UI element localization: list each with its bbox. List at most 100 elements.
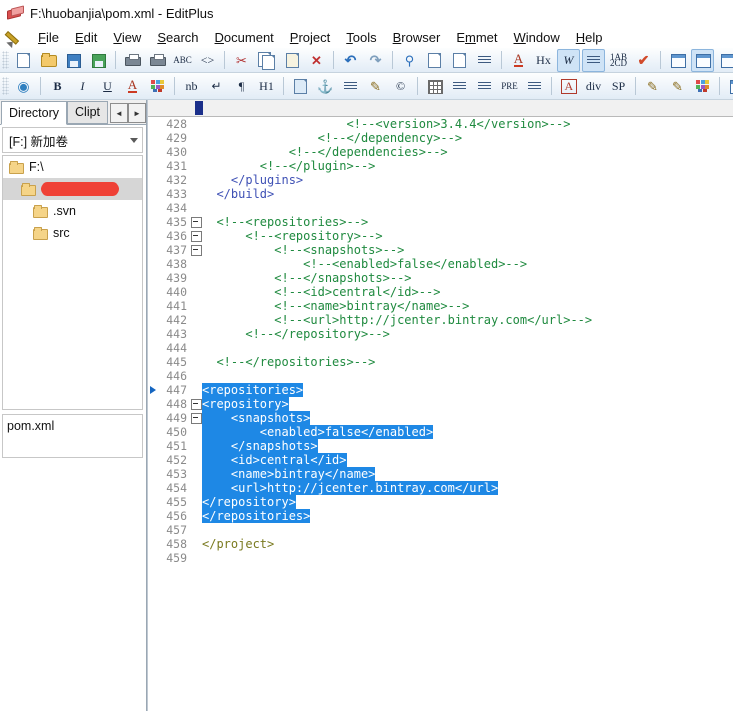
new-file-button[interactable]	[12, 49, 35, 72]
print-button[interactable]	[146, 49, 169, 72]
line-marker-cell[interactable]	[148, 117, 159, 131]
line-marker-cell[interactable]	[148, 271, 159, 285]
view-source-button[interactable]: <>	[196, 49, 219, 72]
fold-collapse-icon[interactable]	[191, 231, 202, 242]
fold-cell[interactable]	[189, 495, 201, 509]
fold-cell[interactable]	[189, 201, 201, 215]
line-marker-cell[interactable]	[148, 229, 159, 243]
menu-item-document[interactable]: Document	[207, 28, 282, 47]
tree-item-redacted[interactable]	[3, 178, 142, 200]
span-button[interactable]: SP	[607, 75, 630, 98]
pre-button[interactable]: PRE	[498, 75, 521, 98]
fold-cell[interactable]	[189, 453, 201, 467]
fold-cell[interactable]	[189, 131, 201, 145]
menu-item-project[interactable]: Project	[282, 28, 338, 47]
tree-item-src[interactable]: src	[3, 222, 142, 244]
line-marker-cell[interactable]	[148, 285, 159, 299]
browser-globe-button[interactable]: ◉	[12, 75, 35, 98]
insert-image-button[interactable]	[289, 75, 312, 98]
line-marker-cell[interactable]	[148, 369, 159, 383]
line-marker-cell[interactable]	[148, 467, 159, 481]
line-marker-cell[interactable]	[148, 439, 159, 453]
code-line[interactable]: 449 <snapshots>	[148, 411, 733, 425]
css-panel-button[interactable]	[725, 75, 733, 98]
hex-view-button[interactable]: Hx	[532, 49, 555, 72]
code-line[interactable]: 457	[148, 523, 733, 537]
line-marker-cell[interactable]	[148, 397, 159, 411]
fold-cell[interactable]	[189, 467, 201, 481]
line-marker-cell[interactable]	[148, 453, 159, 467]
document-selector-button[interactable]	[666, 49, 689, 72]
code-line[interactable]: 453 <name>bintray</name>	[148, 467, 733, 481]
code-line[interactable]: 451 </snapshots>	[148, 439, 733, 453]
line-marker-cell[interactable]	[148, 159, 159, 173]
align-button[interactable]	[339, 75, 362, 98]
toolbar-grip-2[interactable]	[2, 77, 9, 95]
font-button[interactable]: A	[507, 49, 530, 72]
line-marker-cell[interactable]	[148, 131, 159, 145]
fold-cell[interactable]	[189, 439, 201, 453]
line-marker-cell[interactable]	[148, 523, 159, 537]
color-palette-button[interactable]	[146, 75, 169, 98]
fold-cell[interactable]	[189, 369, 201, 383]
goto-button[interactable]	[448, 49, 471, 72]
menu-item-tools[interactable]: Tools	[338, 28, 384, 47]
insert-table-button[interactable]	[423, 75, 446, 98]
fold-cell[interactable]	[189, 187, 201, 201]
code-line[interactable]: 438 <!--<enabled>false</enabled>-->	[148, 257, 733, 271]
fold-cell[interactable]	[189, 327, 201, 341]
fold-cell[interactable]	[189, 117, 201, 131]
menu-item-edit[interactable]: Edit	[67, 28, 105, 47]
fold-cell[interactable]	[189, 145, 201, 159]
code-line[interactable]: 431 <!--</plugin>-->	[148, 159, 733, 173]
fold-cell[interactable]	[189, 299, 201, 313]
code-line[interactable]: 433 </build>	[148, 187, 733, 201]
fold-cell[interactable]	[189, 285, 201, 299]
css-edit-button[interactable]: ✎	[641, 75, 664, 98]
menu-item-window[interactable]: Window	[506, 28, 568, 47]
fold-cell[interactable]	[189, 173, 201, 187]
css-apply-button[interactable]: ✎	[666, 75, 689, 98]
anchor-button[interactable]: ⚓	[314, 75, 337, 98]
tab-scroll-left-button[interactable]: ◄	[110, 103, 128, 123]
code-line[interactable]: 448 <repository>	[148, 397, 733, 411]
line-marker-cell[interactable]	[148, 299, 159, 313]
line-marker-cell[interactable]	[148, 383, 159, 397]
save-all-button[interactable]	[87, 49, 110, 72]
fold-cell[interactable]	[189, 481, 201, 495]
code-line[interactable]: 442 <!--<url>http://jcenter.bintray.com<…	[148, 313, 733, 327]
code-line[interactable]: 439 <!--</snapshots>-->	[148, 271, 733, 285]
tab-scroll-right-button[interactable]: ►	[128, 103, 146, 123]
line-marker-cell[interactable]	[148, 341, 159, 355]
directory-window-button[interactable]	[691, 48, 714, 72]
line-marker-cell[interactable]	[148, 425, 159, 439]
fold-cell[interactable]	[189, 341, 201, 355]
paste-button[interactable]	[280, 49, 303, 72]
code-line[interactable]: 447 <repositories>	[148, 383, 733, 397]
line-marker-cell[interactable]	[148, 411, 159, 425]
menu-item-browser[interactable]: Browser	[385, 28, 449, 47]
anchor-tag-button[interactable]: A	[557, 75, 580, 98]
numbering-button[interactable]	[473, 49, 496, 72]
match-case-button[interactable]: 1AB 2CD	[607, 49, 630, 72]
line-marker-cell[interactable]	[148, 551, 159, 565]
fold-cell[interactable]	[189, 243, 202, 257]
line-marker-cell[interactable]	[148, 215, 159, 229]
code-line[interactable]: 437 <!--<snapshots>-->	[148, 243, 733, 257]
line-marker-cell[interactable]	[148, 243, 159, 257]
css-color-button[interactable]	[691, 75, 714, 98]
fold-cell[interactable]	[189, 313, 201, 327]
tree-item-root[interactable]: F:\	[3, 156, 142, 178]
code-line[interactable]: 436 <!--<repository>-->	[148, 229, 733, 243]
spell-check-button[interactable]: ABC	[171, 49, 194, 72]
line-marker-cell[interactable]	[148, 355, 159, 369]
list-button[interactable]	[523, 75, 546, 98]
copyright-button[interactable]: ©	[389, 75, 412, 98]
code-line[interactable]: 445 <!--</repositories>-->	[148, 355, 733, 369]
div-button[interactable]: div	[582, 75, 605, 98]
code-line[interactable]: 432 </plugins>	[148, 173, 733, 187]
line-marker-cell[interactable]	[148, 257, 159, 271]
code-line[interactable]: 428 <!--<version>3.4.4</version>-->	[148, 117, 733, 131]
fold-collapse-icon[interactable]	[191, 413, 202, 424]
open-file-button[interactable]	[37, 49, 60, 72]
